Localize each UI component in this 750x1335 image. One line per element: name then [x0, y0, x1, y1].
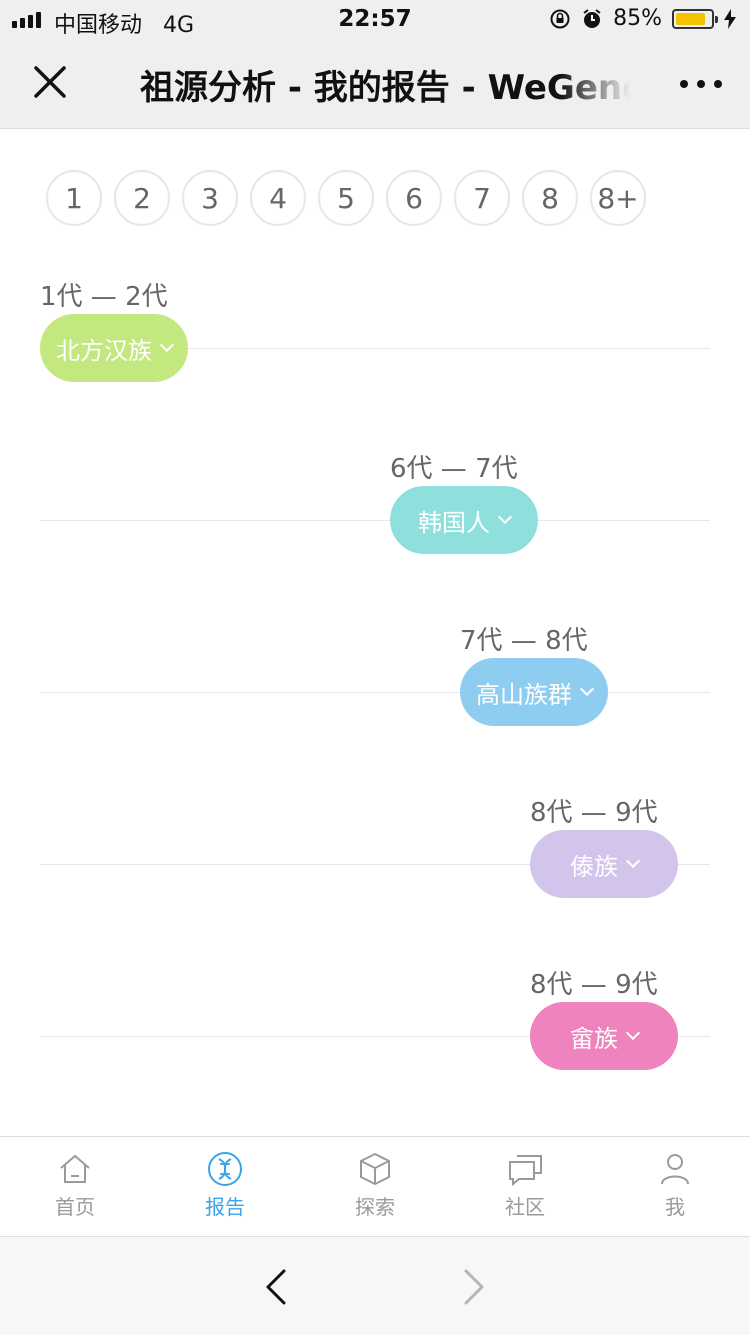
alarm-icon	[583, 8, 601, 28]
generation-tab-2[interactable]: 2	[114, 170, 170, 226]
close-icon[interactable]	[30, 62, 70, 102]
ancestry-label: 北方汉族	[56, 336, 152, 365]
forward-arrow-icon[interactable]	[460, 1267, 488, 1307]
generation-tab-4[interactable]: 4	[250, 170, 306, 226]
cube-icon	[360, 1152, 390, 1186]
generation-tab-1[interactable]: 1	[46, 170, 102, 226]
ancestry-label: 畲族	[570, 1024, 618, 1053]
chevron-down-icon	[159, 337, 175, 353]
generation-tab-3[interactable]: 3	[182, 170, 238, 226]
tab-label: 我	[665, 1195, 685, 1219]
user-icon	[661, 1154, 689, 1185]
chevron-down-icon	[497, 509, 513, 525]
ancestry-pill[interactable]: 北方汉族	[40, 314, 188, 382]
tab-chat[interactable]: 社区	[450, 1137, 600, 1237]
status-bar: 中国移动 4G 22:57 85%	[0, 0, 750, 40]
charging-icon	[724, 8, 736, 29]
generation-range: 7代 — 8代	[460, 626, 588, 656]
ancestry-row: 1代 — 2代 北方汉族	[40, 276, 710, 386]
tab-label: 探索	[355, 1195, 395, 1219]
tab-user[interactable]: 我	[600, 1137, 750, 1237]
generation-tab-5[interactable]: 5	[318, 170, 374, 226]
chevron-down-icon	[625, 853, 641, 869]
generation-tab-8+[interactable]: 8+	[590, 170, 646, 226]
home-icon	[60, 1154, 90, 1183]
dna-icon	[208, 1152, 242, 1186]
chevron-down-icon	[579, 681, 595, 697]
ancestry-label: 韩国人	[418, 508, 490, 537]
tab-bar: 首页 报告 探索 社区 我	[0, 1136, 750, 1237]
tab-label: 报告	[205, 1195, 245, 1219]
ancestry-label: 高山族群	[476, 680, 572, 709]
tab-dna[interactable]: 报告	[150, 1137, 300, 1237]
nav-bar: 祖源分析 - 我的报告 - WeGene	[0, 40, 750, 129]
generation-range: 8代 — 9代	[530, 970, 658, 1000]
ancestry-pill[interactable]: 傣族	[530, 830, 678, 898]
ancestry-row: 7代 — 8代 高山族群	[40, 620, 710, 730]
ancestry-row: 8代 — 9代 畲族	[40, 964, 710, 1074]
ancestry-pill[interactable]: 高山族群	[460, 658, 608, 726]
tab-label: 社区	[505, 1195, 545, 1219]
ancestry-row: 6代 — 7代 韩国人	[40, 448, 710, 558]
generation-range: 1代 — 2代	[40, 282, 168, 312]
battery-percent: 85%	[613, 6, 662, 31]
orientation-lock-icon	[550, 9, 570, 28]
generation-tab-8[interactable]: 8	[522, 170, 578, 226]
generation-range: 6代 — 7代	[390, 454, 518, 484]
ancestry-pill[interactable]: 畲族	[530, 1002, 678, 1070]
browser-bar	[0, 1236, 750, 1335]
ancestry-row: 8代 — 9代 傣族	[40, 792, 710, 902]
tab-home[interactable]: 首页	[0, 1137, 150, 1237]
chat-icon	[509, 1155, 542, 1187]
ancestry-label: 傣族	[570, 852, 618, 881]
tab-label: 首页	[55, 1195, 95, 1219]
timeline-line	[40, 520, 710, 521]
timeline-line	[40, 692, 710, 693]
generation-selector: 1 2 3 4 5 6 7 8 8+	[46, 170, 646, 226]
ancestry-pill[interactable]: 韩国人	[390, 486, 538, 554]
chevron-down-icon	[625, 1025, 641, 1041]
back-arrow-icon[interactable]	[262, 1267, 290, 1307]
more-icon[interactable]	[680, 80, 722, 88]
generation-tab-6[interactable]: 6	[386, 170, 442, 226]
battery-icon	[672, 8, 718, 29]
page-title: 祖源分析 - 我的报告 - WeGene	[140, 60, 630, 108]
generation-tab-7[interactable]: 7	[454, 170, 510, 226]
generation-range: 8代 — 9代	[530, 798, 658, 828]
tab-cube[interactable]: 探索	[300, 1137, 450, 1237]
